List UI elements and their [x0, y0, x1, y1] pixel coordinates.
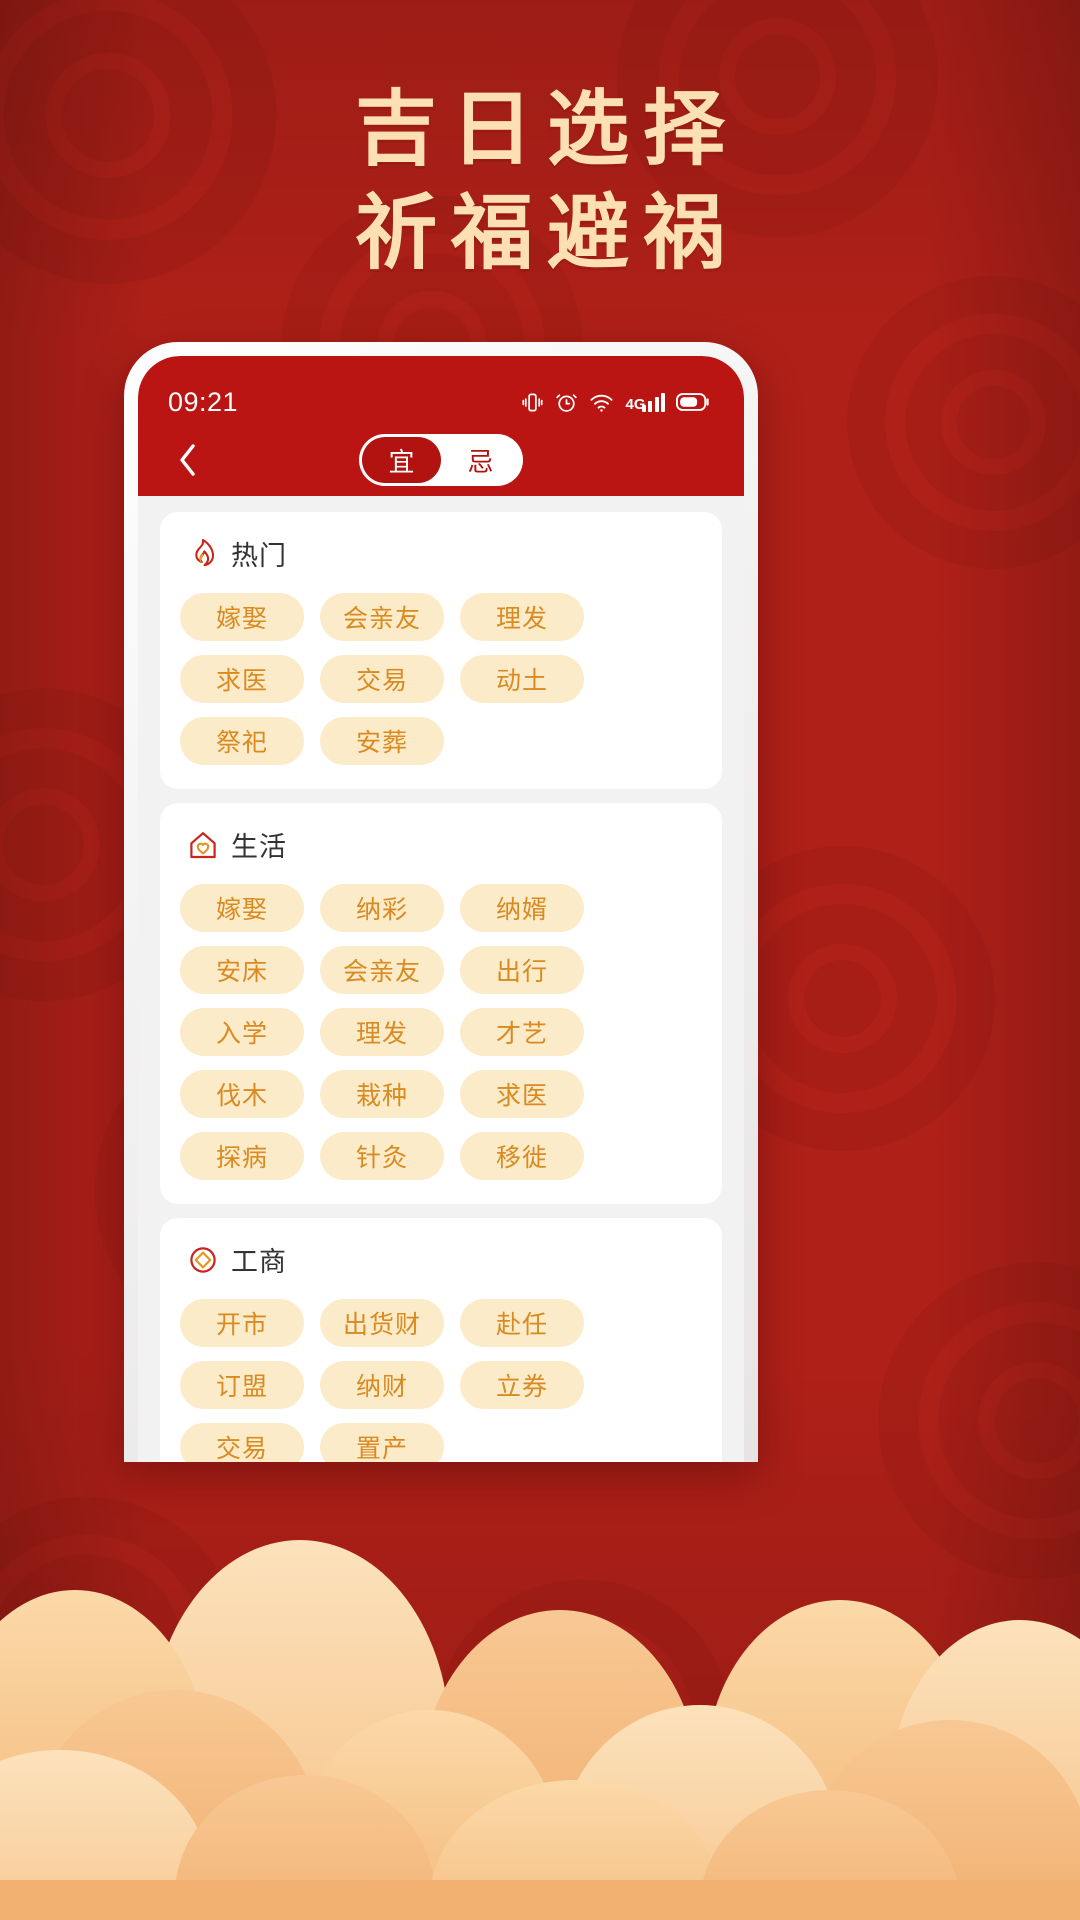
- house-heart-icon: [190, 831, 216, 858]
- almanac-activity-chip[interactable]: 求医: [460, 1070, 584, 1118]
- almanac-activity-chip[interactable]: 赴任: [460, 1299, 584, 1347]
- almanac-activity-chip[interactable]: 伐木: [180, 1070, 304, 1118]
- almanac-activity-chip[interactable]: 祭祀: [180, 717, 304, 765]
- almanac-activity-chip[interactable]: 针灸: [320, 1132, 444, 1180]
- headline-line-2: 祈福避祸: [354, 186, 739, 281]
- signal-bars: [641, 392, 665, 412]
- almanac-activity-chip[interactable]: 交易: [180, 1423, 304, 1462]
- flame-icon: [195, 538, 215, 566]
- almanac-activity-chip[interactable]: 开市: [180, 1299, 304, 1347]
- category-card: 生活嫁娶 纳彩 纳婿安床 会亲友 出行入学 理发 才艺伐木 栽种 求医探病 针灸 移徙: [160, 803, 722, 1204]
- vibrate-icon: [522, 392, 544, 412]
- almanac-activity-chip[interactable]: 纳彩: [320, 884, 444, 932]
- almanac-activity-chip[interactable]: 理发: [460, 593, 584, 641]
- almanac-activity-chip[interactable]: 栽种: [320, 1070, 444, 1118]
- almanac-activity-chip[interactable]: 动土: [460, 655, 584, 703]
- almanac-activity-chip[interactable]: 订盟: [180, 1361, 304, 1409]
- category-title: 生活: [231, 832, 287, 863]
- alarm-icon: [556, 393, 578, 412]
- status-bar: 09:21 4G: [138, 380, 744, 424]
- headline-line-1: 吉日选择: [354, 82, 739, 177]
- category-header: 热门: [188, 534, 702, 573]
- almanac-activity-chip[interactable]: 出货财: [320, 1299, 444, 1347]
- almanac-activity-chip[interactable]: 纳财: [320, 1361, 444, 1409]
- almanac-activity-chip[interactable]: 安床: [180, 946, 304, 994]
- promo-page: 吉日选择 祈福避祸 09:21 4G 宜 忌 热门 嫁娶 会亲友 理发 求医 交…: [0, 0, 1080, 1920]
- almanac-activity-chip[interactable]: 入学: [180, 1008, 304, 1056]
- category-chip-list: 嫁娶 会亲友 理发求医 交易 动土祭祀 安葬: [180, 581, 702, 765]
- almanac-activity-chip[interactable]: 纳婿: [460, 884, 584, 932]
- almanac-activity-chip[interactable]: 安葬: [320, 717, 444, 765]
- segment-ji[interactable]: 忌: [441, 437, 520, 483]
- category-list[interactable]: 热门 嫁娶 会亲友 理发 求医 交易 动土 祭祀 安葬 生活 嫁娶 纳彩 纳婿 安床 会亲友 出行 入学 理发 才艺…: [138, 496, 744, 1462]
- back-button[interactable]: [166, 438, 210, 482]
- phone-mockup-frame: 09:21 4G 宜 忌 热门 嫁娶 会亲友 理发 求医 交易 动土 祭祀 安葬…: [124, 342, 758, 1462]
- status-bar-icons: 4G: [521, 391, 710, 414]
- segment-yi[interactable]: 宜: [362, 437, 441, 483]
- category-card: 工商开市 出货财 赴任订盟 纳财 立券交易 置产: [160, 1218, 722, 1462]
- promo-headline: 吉日选择 祈福避祸: [0, 78, 1080, 286]
- navigation-bar: 宜 忌: [138, 424, 744, 496]
- almanac-activity-chip[interactable]: 才艺: [460, 1008, 584, 1056]
- category-title: 工商: [231, 1247, 287, 1278]
- category-header: 工商: [188, 1240, 702, 1279]
- signal-icon: 4G: [625, 392, 665, 412]
- category-card: 热门嫁娶 会亲友 理发求医 交易 动土祭祀 安葬: [160, 512, 722, 789]
- almanac-activity-chip[interactable]: 置产: [320, 1423, 444, 1462]
- category-chip-list: 开市 出货财 赴任订盟 纳财 立券交易 置产: [180, 1287, 702, 1462]
- almanac-activity-chip[interactable]: 移徙: [460, 1132, 584, 1180]
- coin-icon: [190, 1246, 216, 1273]
- category-chip-list: 嫁娶 纳彩 纳婿安床 会亲友 出行入学 理发 才艺伐木 栽种 求医探病 针灸 移徙: [180, 872, 702, 1180]
- almanac-activity-chip[interactable]: 会亲友: [320, 593, 444, 641]
- wifi-icon: [590, 394, 614, 412]
- almanac-activity-chip[interactable]: 探病: [180, 1132, 304, 1180]
- app-header: 09:21 4G 宜 忌: [138, 356, 744, 496]
- category-title: 热门: [231, 541, 287, 572]
- almanac-activity-chip[interactable]: 立券: [460, 1361, 584, 1409]
- almanac-activity-chip[interactable]: 求医: [180, 655, 304, 703]
- almanac-activity-chip[interactable]: 出行: [460, 946, 584, 994]
- phone-screen: 09:21 4G 宜 忌 热门 嫁娶 会亲友 理发 求医 交易 动土 祭祀 安葬…: [138, 356, 744, 1462]
- almanac-activity-chip[interactable]: 嫁娶: [180, 884, 304, 932]
- almanac-activity-chip[interactable]: 会亲友: [320, 946, 444, 994]
- status-bar-clock: 09:21: [168, 386, 239, 417]
- chevron-left-icon: [180, 444, 195, 476]
- battery-icon: [676, 393, 709, 411]
- almanac-activity-chip[interactable]: 交易: [320, 655, 444, 703]
- category-header: 生活: [188, 825, 702, 864]
- almanac-activity-chip[interactable]: 理发: [320, 1008, 444, 1056]
- almanac-activity-chip[interactable]: 嫁娶: [180, 593, 304, 641]
- yi-ji-segmented-control[interactable]: 宜 忌: [359, 434, 523, 486]
